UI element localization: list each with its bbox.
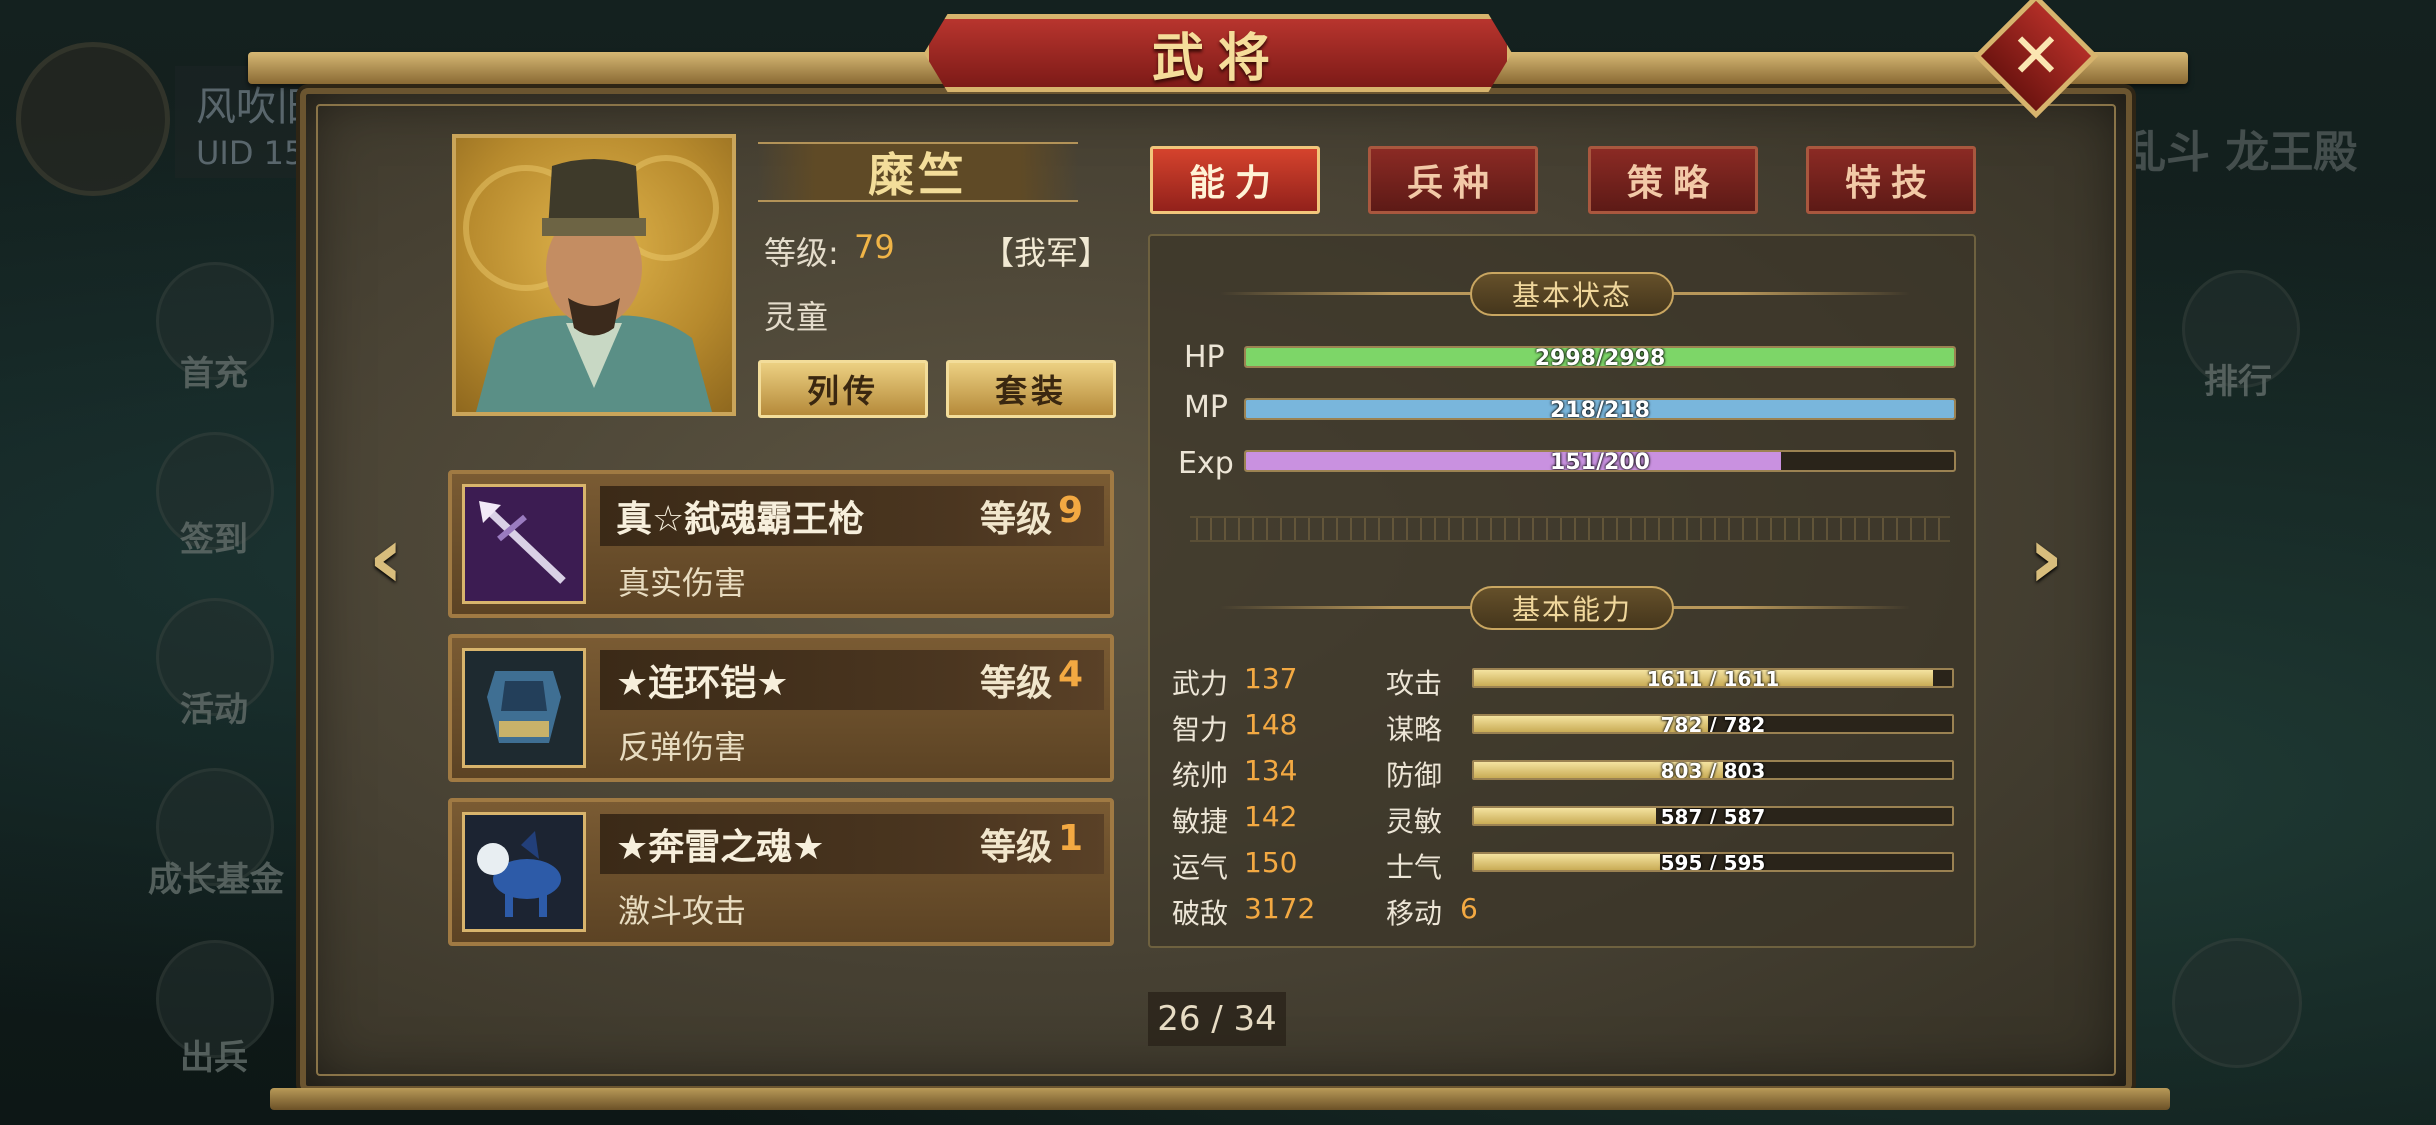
tab-strategy[interactable]: 策略: [1588, 146, 1758, 214]
combat-label: 士气: [1386, 851, 1443, 884]
hero-portrait-image: [463, 155, 719, 412]
attr-label: 运气: [1172, 851, 1229, 884]
attr-value: 142: [1244, 800, 1298, 833]
equipment-level: 1: [1058, 818, 1084, 859]
chevron-right-icon: ›: [2028, 508, 2064, 608]
equipment-name: 真☆弑魂霸王枪: [616, 499, 865, 540]
mp-value: 218/218: [1550, 398, 1650, 420]
attr-value: 3172: [1244, 892, 1316, 925]
basic-status-header: 基本状态: [1470, 272, 1674, 316]
equipment-effect: 激斗攻击: [618, 892, 747, 930]
page-indicator: 26 / 34: [1148, 992, 1286, 1046]
menu-icon: [2172, 938, 2302, 1068]
menu-sign-in: 签到: [180, 520, 248, 560]
equipment-set-button[interactable]: 套装: [946, 360, 1116, 418]
chevron-left-icon: ‹: [368, 508, 404, 608]
attack-value: 1611 / 1611: [1646, 668, 1780, 688]
exp-value: 151/200: [1550, 450, 1650, 472]
menu-events: 活动: [180, 690, 248, 730]
combat-label: 攻击: [1386, 667, 1443, 700]
exp-label: Exp: [1178, 446, 1234, 481]
attr-value: 134: [1244, 754, 1298, 787]
mount-icon: [462, 812, 586, 932]
equipment-name: ★奔雷之魂★: [616, 827, 825, 868]
exp-bar: 151/200: [1244, 450, 1956, 472]
hp-label: HP: [1184, 340, 1225, 375]
hp-bar: 2998/2998: [1244, 346, 1956, 368]
hero-level-value: 79: [854, 228, 895, 266]
basic-ability-header: 基本能力: [1470, 586, 1674, 630]
equipment-level: 4: [1058, 654, 1084, 695]
close-icon: ✕: [2010, 18, 2062, 92]
move-value: 6: [1460, 892, 1478, 925]
biography-button[interactable]: 列传: [758, 360, 928, 418]
strategy-bar: 782 / 782: [1472, 714, 1954, 734]
equipment-effect: 真实伤害: [618, 564, 747, 602]
hero-portrait: [452, 134, 736, 416]
hero-name-plate: 糜竺: [758, 142, 1078, 202]
hero-name: 糜竺: [868, 148, 968, 202]
move-label: 移动: [1386, 897, 1443, 930]
morale-bar: 595 / 595: [1472, 852, 1954, 872]
mp-bar: 218/218: [1244, 398, 1956, 420]
player-avatar: [16, 42, 170, 196]
attr-label: 统帅: [1172, 759, 1229, 792]
title-plate: 武将: [924, 14, 1512, 92]
attr-value: 137: [1244, 662, 1298, 695]
equipment-effect: 反弹伤害: [618, 728, 747, 766]
attr-label: 武力: [1172, 667, 1229, 700]
defense-value: 803 / 803: [1660, 760, 1766, 780]
tab-ability[interactable]: 能力: [1150, 146, 1320, 214]
map-title: 乱斗 龙王殿: [2122, 127, 2358, 178]
equipment-level-label: 等级: [980, 827, 1053, 868]
attr-label: 敏捷: [1172, 805, 1229, 838]
agility-bar: 587 / 587: [1472, 806, 1954, 826]
combat-label: 谋略: [1386, 713, 1443, 746]
hero-level-label: 等级:: [764, 234, 839, 272]
attack-bar: 1611 / 1611: [1472, 668, 1954, 688]
mp-label: MP: [1184, 390, 1228, 425]
prev-general-button[interactable]: ‹: [356, 515, 416, 601]
modal-bottom-rail: [270, 1088, 2170, 1110]
equipment-level-label: 等级: [980, 499, 1053, 540]
equipment-name: ★连环铠★: [616, 663, 789, 704]
hp-value: 2998/2998: [1534, 346, 1666, 368]
strategy-value: 782 / 782: [1660, 714, 1766, 734]
equipment-level-label: 等级: [980, 663, 1053, 704]
attr-label: 智力: [1172, 713, 1229, 746]
equipment-level: 9: [1058, 490, 1084, 531]
combat-label: 灵敏: [1386, 805, 1443, 838]
attr-label: 破敌: [1172, 897, 1229, 930]
spear-icon: [462, 484, 586, 604]
armor-icon: [462, 648, 586, 768]
window-title: 武将: [1151, 28, 1284, 89]
menu-first-recharge: 首充: [180, 354, 248, 394]
attr-value: 150: [1244, 846, 1298, 879]
menu-deploy: 出兵: [180, 1038, 248, 1078]
tab-troops[interactable]: 兵种: [1368, 146, 1538, 214]
attr-value: 148: [1244, 708, 1298, 741]
defense-bar: 803 / 803: [1472, 760, 1954, 780]
decorative-fret-divider: [1190, 516, 1950, 542]
next-general-button[interactable]: ›: [2016, 515, 2076, 601]
tab-skills[interactable]: 特技: [1806, 146, 1976, 214]
combat-label: 防御: [1386, 759, 1443, 792]
menu-ranking: 排行: [2204, 362, 2272, 402]
player-uid: UID 15: [196, 134, 305, 172]
hero-faction: 【我军】: [982, 234, 1111, 272]
hero-class: 灵童: [764, 298, 829, 336]
agility-value: 587 / 587: [1660, 806, 1766, 826]
morale-value: 595 / 595: [1660, 852, 1766, 872]
menu-growth-fund: 成长基金: [148, 860, 284, 900]
